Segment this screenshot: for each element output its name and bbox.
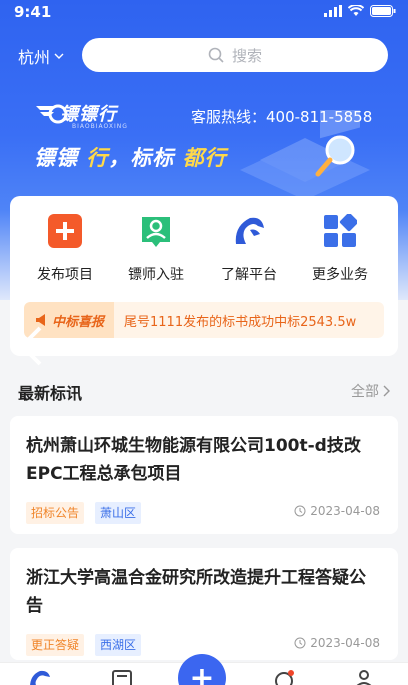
horse-logo-icon [235,217,264,244]
tender-card[interactable]: 杭州萧山环城生物能源有限公司100t-d技改EPC工程总承包项目 招标公告 萧山… [10,416,398,534]
tab-profile-icon[interactable] [352,669,376,685]
magnifier-icon [315,135,355,177]
tender-region-badge: 萧山区 [95,502,142,524]
tab-document-icon[interactable] [110,669,134,685]
wifi-icon [348,5,364,16]
slogan-part-2: ，标标 [108,146,183,170]
tab-message-icon[interactable] [272,669,296,685]
section-title: 最新标讯 [18,384,83,403]
tender-type-badge: 招标公告 [26,502,85,524]
megaphone-icon [36,314,45,326]
quick-actions-card: 发布项目 镖师入驻 了解平台 更多业务 中标喜报 尾号1111发布的标书成功中标… [10,196,398,356]
brand-pinyin: BIAOBIAOXING [72,123,128,130]
winning-bid-notice[interactable]: 中标喜报 尾号1111发布的标书成功中标2543.5w [24,302,384,338]
chevron-right-icon [383,385,390,397]
banner-slogan: 镖镖 行，标标 都行 [34,142,227,172]
quick-action-join[interactable]: 镖师入驻 [116,214,196,284]
grid-icon [324,212,359,247]
status-bar: 9:41 [0,0,408,26]
slogan-highlight-1: 行 [86,146,109,170]
quick-action-label: 更多业务 [312,267,368,283]
notice-tag-label: 中标喜报 [52,314,105,330]
battery-icon [370,5,396,17]
chevron-down-icon [54,53,64,59]
person-badge-icon [142,217,170,247]
search-icon [208,47,224,63]
clock-icon [294,637,306,649]
quick-action-more[interactable]: 更多业务 [300,212,380,284]
search-input[interactable]: 搜索 [82,38,388,72]
status-icons [324,5,396,17]
tab-home-icon[interactable] [28,669,52,685]
quick-action-publish[interactable]: 发布项目 [25,214,105,284]
search-placeholder: 搜索 [231,46,262,65]
service-hotline[interactable]: 客服热线：400-811-5858 [191,106,372,127]
quick-action-label: 镖师入驻 [128,267,184,283]
chevron-left-icon[interactable] [16,326,44,366]
tender-title: 浙江大学高温合金研究所改造提升工程答疑公告 [26,568,366,616]
tender-card[interactable]: 浙江大学高温合金研究所改造提升工程答疑公告 更正答疑 西湖区 2023-04-0… [10,548,398,660]
tender-region-badge: 西湖区 [95,634,142,656]
quick-action-label: 发布项目 [37,267,93,283]
view-all-label: 全部 [351,384,379,400]
tender-date-text: 2023-04-08 [310,504,380,518]
view-all-link[interactable]: 全部 [351,381,390,401]
plus-icon [48,214,82,248]
city-selector[interactable]: 杭州 [18,44,64,68]
clock-icon [294,505,306,517]
add-icon: + [189,660,215,685]
quick-action-about[interactable]: 了解平台 [209,214,289,284]
notice-text: 尾号1111发布的标书成功中标2543.5w [124,314,357,330]
tender-date: 2023-04-08 [294,504,380,518]
slogan-part-1: 镖镖 [34,146,87,170]
quick-action-label: 了解平台 [221,267,277,283]
tender-title: 杭州萧山环城生物能源有限公司100t-d技改EPC工程总承包项目 [26,436,361,484]
tender-date: 2023-04-08 [294,636,380,650]
status-time: 9:41 [14,3,52,21]
tender-date-text: 2023-04-08 [310,636,380,650]
city-label: 杭州 [18,48,51,67]
slogan-highlight-2: 都行 [182,146,227,170]
tender-type-badge: 更正答疑 [26,634,85,656]
signal-icon [324,5,342,17]
